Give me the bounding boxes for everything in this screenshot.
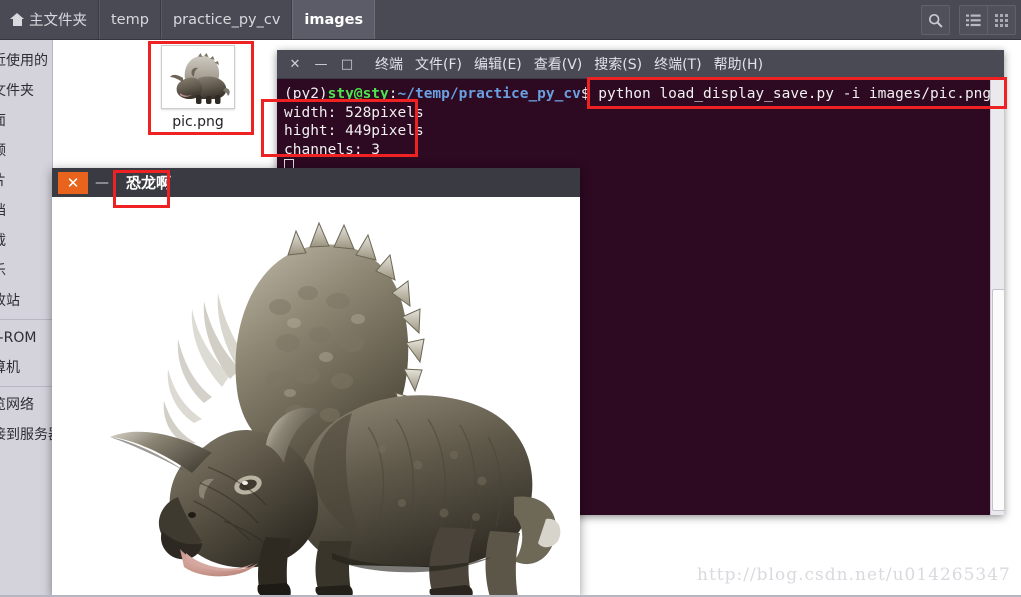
grid-view-icon	[995, 13, 1008, 27]
prompt-path: ~/temp/practice_py_cv	[397, 86, 581, 102]
prompt-separator: :	[388, 86, 398, 102]
view-toggle-group	[959, 5, 1016, 35]
terminal-close-button[interactable]: ✕	[282, 53, 308, 75]
search-icon	[928, 13, 943, 27]
breadcrumb-practice-py-cv[interactable]: practice_py_cv	[160, 0, 293, 39]
breadcrumb-label: 主文件夹	[29, 13, 87, 29]
image-viewer-canvas	[52, 197, 580, 597]
dinosaur-image	[52, 197, 580, 597]
breadcrumb-label: images	[304, 11, 364, 28]
prompt-env: (py2)	[284, 86, 328, 102]
sidebar-item-browse-network[interactable]: 浏览网络	[0, 390, 52, 420]
sidebar-item-music[interactable]: 音乐	[0, 256, 52, 286]
terminal-maximize-button[interactable]: □	[334, 53, 360, 75]
breadcrumb-images[interactable]: images	[292, 0, 376, 39]
list-view-icon	[966, 14, 981, 26]
breadcrumb-temp[interactable]: temp	[99, 0, 161, 39]
sidebar-item-pictures[interactable]: 图片	[0, 166, 52, 196]
image-viewer-close-button[interactable]: ✕	[58, 171, 88, 194]
terminal-menubar: 终端 文件(F) 编辑(E) 查看(V) 搜索(S) 终端(T) 帮助(H)	[375, 54, 763, 74]
file-thumbnail	[161, 45, 235, 109]
image-viewer-minimize-button[interactable]: —	[88, 172, 116, 194]
terminal-minimize-button[interactable]: —	[308, 53, 334, 75]
sidebar-item-connect-to-server[interactable]: 连接到服务器	[0, 420, 52, 450]
prompt-symbol: $	[580, 86, 590, 102]
breadcrumb-bar: 主文件夹 temp practice_py_cv images	[0, 0, 1021, 40]
sidebar: 最近使用的 主文件夹 桌面 视频 图片 文档 下载 音乐 回收站 CD-ROM …	[0, 40, 53, 597]
sidebar-divider	[0, 386, 52, 387]
terminal-output-channels: channels: 3	[284, 141, 381, 158]
search-button[interactable]	[921, 5, 950, 35]
image-viewer-titlebar: ✕ — 恐龙啊	[52, 168, 580, 197]
terminal-prompt-line: (py2)sty@sty:~/temp/practice_py_cv$ pyth…	[284, 85, 1004, 104]
sidebar-item-recent[interactable]: 最近使用的	[0, 46, 52, 76]
terminal-command: python load_display_save.py -i images/pi…	[598, 86, 992, 102]
breadcrumb-label: practice_py_cv	[172, 11, 281, 28]
sidebar-item-downloads[interactable]: 下载	[0, 226, 52, 256]
image-viewer-title: 恐龙啊	[126, 174, 172, 192]
breadcrumb-label: temp	[111, 11, 149, 28]
image-viewer-window: ✕ — 恐龙啊	[52, 168, 580, 597]
menu-view[interactable]: 查看(V)	[534, 54, 583, 74]
home-icon	[10, 13, 24, 26]
toolbar-buttons	[921, 5, 1016, 35]
grid-view-button[interactable]	[987, 5, 1016, 35]
dinosaur-thumbnail-icon	[165, 49, 231, 105]
screen: 主文件夹 temp practice_py_cv images 使用的 件夹 站…	[0, 0, 1021, 597]
sidebar-item-trash[interactable]: 回收站	[0, 286, 52, 316]
list-view-button[interactable]	[959, 5, 987, 35]
sidebar-item-desktop[interactable]: 桌面	[0, 106, 52, 136]
terminal-scrollbar[interactable]	[990, 79, 1004, 515]
sidebar-item-cdrom[interactable]: CD-ROM	[0, 323, 52, 353]
menu-terminal-app[interactable]: 终端	[375, 54, 403, 74]
terminal-titlebar: ✕ — □ 终端 文件(F) 编辑(E) 查看(V) 搜索(S) 终端(T) 帮…	[277, 50, 1004, 79]
terminal-output-height: hight: 449pixels	[284, 123, 424, 139]
menu-search[interactable]: 搜索(S)	[594, 54, 642, 74]
menu-file[interactable]: 文件(F)	[415, 54, 462, 74]
watermark-text: http://blog.csdn.net/u014265347	[697, 565, 1011, 585]
sidebar-divider	[0, 319, 52, 320]
file-name-label: pic.png	[172, 114, 224, 130]
breadcrumb-home[interactable]: 主文件夹	[0, 0, 99, 39]
prompt-user-host: sty@sty	[327, 86, 389, 102]
menu-edit[interactable]: 编辑(E)	[474, 54, 522, 74]
terminal-scrollbar-thumb[interactable]	[992, 289, 1004, 511]
sidebar-item-computer[interactable]: 计算机	[0, 353, 52, 383]
menu-terminal[interactable]: 终端(T)	[654, 54, 701, 74]
sidebar-item-documents[interactable]: 文档	[0, 196, 52, 226]
sidebar-item-home[interactable]: 主文件夹	[0, 76, 52, 106]
terminal-output-width: width: 528pixels	[284, 104, 424, 121]
menu-help[interactable]: 帮助(H)	[714, 54, 763, 74]
file-item-pic-png[interactable]: pic.png	[146, 45, 250, 130]
sidebar-item-videos[interactable]: 视频	[0, 136, 52, 166]
